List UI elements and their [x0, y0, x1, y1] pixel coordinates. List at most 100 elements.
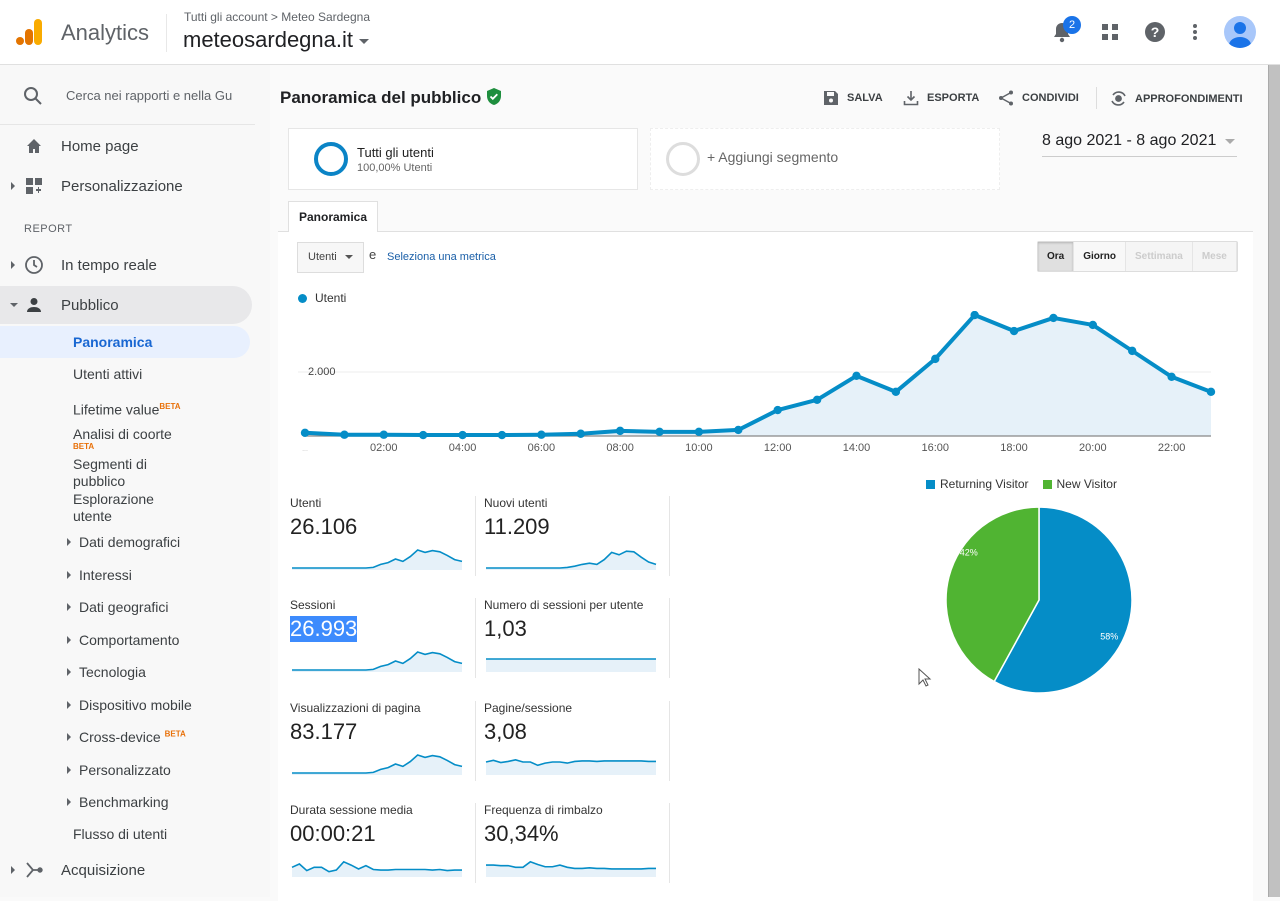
- scrollbar[interactable]: [1268, 65, 1280, 897]
- sidebar-label: Interessi: [79, 567, 132, 583]
- sidebar-item-audience-segments[interactable]: Segmenti di pubblico: [73, 456, 173, 490]
- sidebar-item-technology[interactable]: Tecnologia: [67, 664, 146, 680]
- sparkline-area: [486, 659, 656, 672]
- sidebar-item-home[interactable]: Home page: [0, 127, 252, 165]
- kpi-value: 00:00:21: [290, 821, 376, 846]
- kpi-tile[interactable]: Nuovi utenti 11.209: [484, 496, 664, 576]
- sidebar-item-demographics[interactable]: Dati demografici: [67, 534, 181, 550]
- kpi-tile[interactable]: Sessioni 26.993: [290, 598, 470, 678]
- sidebar-label: Dispositivo mobile: [79, 697, 192, 713]
- granularity-hour[interactable]: Ora: [1038, 242, 1075, 271]
- report-search[interactable]: Cerca nei rapporti e nella Gu: [0, 65, 255, 125]
- more-menu-button[interactable]: [1181, 18, 1209, 46]
- top-bar: Analytics Tutti gli account > Meteo Sard…: [0, 0, 1280, 65]
- export-button[interactable]: ESPORTA: [903, 90, 979, 106]
- kpi-tile[interactable]: Numero di sessioni per utente 1,03: [484, 598, 664, 678]
- expand-arrow-icon: [11, 182, 15, 190]
- x-tick-label: 16:00: [921, 442, 949, 454]
- page-title: Panoramica del pubblico: [280, 88, 502, 108]
- segment-all-users[interactable]: Tutti gli utenti 100,00% Utenti: [288, 128, 638, 190]
- property-name: meteosardegna.it: [183, 27, 353, 52]
- date-range-picker[interactable]: 8 ago 2021 - 8 ago 2021: [1042, 132, 1237, 157]
- help-icon: ?: [1145, 22, 1165, 42]
- sidebar-item-lifetime-value[interactable]: Lifetime valueBETA: [73, 398, 181, 419]
- kpi-tile[interactable]: Visualizzazioni di pagina 83.177: [290, 701, 470, 781]
- select-metric-link[interactable]: Seleziona una metrica: [387, 251, 496, 263]
- sidebar-item-behavior[interactable]: Comportamento: [67, 632, 179, 648]
- data-point[interactable]: [1128, 346, 1137, 356]
- share-icon: [999, 90, 1013, 106]
- section-heading: REPORT: [24, 223, 73, 235]
- help-button[interactable]: ?: [1141, 18, 1169, 46]
- kpi-divider: [669, 598, 670, 678]
- sidebar-label: Dati demografici: [79, 534, 181, 550]
- data-point[interactable]: [773, 405, 782, 415]
- sparkline-area: [292, 652, 462, 672]
- data-point[interactable]: [615, 426, 625, 436]
- sidebar-item-benchmarking[interactable]: Benchmarking: [67, 794, 169, 810]
- sidebar-item-custom[interactable]: Personalizzato: [67, 762, 171, 778]
- data-point[interactable]: [734, 425, 743, 435]
- kpi-value: 26.993: [290, 616, 358, 642]
- save-button[interactable]: SALVA: [823, 90, 883, 106]
- data-point[interactable]: [891, 387, 901, 397]
- sidebar-item-users-flow[interactable]: Flusso di utenti: [73, 826, 167, 843]
- tab-overview[interactable]: Panoramica: [288, 201, 379, 232]
- sidebar-item-overview[interactable]: Panoramica: [0, 326, 250, 358]
- kpi-tile[interactable]: Utenti 26.106: [290, 496, 470, 576]
- sidebar-item-acquisition[interactable]: Acquisizione: [0, 851, 252, 889]
- data-point[interactable]: [812, 395, 822, 405]
- data-point[interactable]: [418, 430, 428, 440]
- kpi-tile[interactable]: Pagine/sessione 3,08: [484, 701, 664, 781]
- data-point[interactable]: [1049, 313, 1058, 323]
- data-point[interactable]: [694, 427, 704, 437]
- sidebar-item-audience[interactable]: Pubblico: [0, 286, 252, 324]
- sidebar-item-cross-device[interactable]: Cross-device BETA: [67, 729, 186, 745]
- save-label: SALVA: [847, 92, 883, 104]
- sidebar-item-realtime[interactable]: In tempo reale: [0, 246, 252, 284]
- data-point[interactable]: [931, 354, 940, 364]
- kpi-sparkline: [486, 860, 656, 877]
- data-point[interactable]: [537, 430, 546, 439]
- sidebar-item-mobile[interactable]: Dispositivo mobile: [67, 697, 192, 713]
- kpi-label: Utenti: [290, 496, 322, 510]
- kpi-tile[interactable]: Frequenza di rimbalzo 30,34%: [484, 803, 664, 883]
- kpi-sparkline: [486, 550, 657, 570]
- data-point[interactable]: [576, 429, 585, 438]
- data-point[interactable]: [497, 430, 507, 440]
- avatar[interactable]: [1224, 16, 1256, 48]
- data-point[interactable]: [1167, 372, 1176, 381]
- data-point[interactable]: [300, 428, 310, 437]
- kpi-label: Durata sessione media: [290, 803, 413, 817]
- data-point[interactable]: [1009, 326, 1019, 336]
- data-point[interactable]: [970, 311, 979, 320]
- insights-button[interactable]: APPROFONDIMENTI: [1110, 90, 1243, 107]
- property-selector[interactable]: meteosardegna.it: [183, 27, 369, 53]
- data-point[interactable]: [340, 430, 349, 439]
- sidebar-item-geo[interactable]: Dati geografici: [67, 599, 169, 615]
- kpi-value: 30,34%: [484, 821, 559, 846]
- data-point[interactable]: [1206, 387, 1216, 397]
- breadcrumb[interactable]: Tutti gli account > Meteo Sardegna: [184, 10, 370, 24]
- data-point[interactable]: [1088, 320, 1098, 330]
- data-point[interactable]: [458, 430, 467, 440]
- metric-select[interactable]: Utenti: [297, 242, 364, 273]
- analytics-logo-icon[interactable]: [16, 17, 44, 47]
- granularity-day[interactable]: Giorno: [1074, 242, 1127, 271]
- sidebar-label: In tempo reale: [61, 256, 157, 274]
- x-tick-label: 14:00: [843, 442, 871, 454]
- sidebar-item-active-users[interactable]: Utenti attivi: [73, 366, 142, 383]
- share-button[interactable]: CONDIVIDI: [998, 90, 1079, 106]
- apps-button[interactable]: [1096, 18, 1124, 46]
- add-segment-button[interactable]: + Aggiungi segmento: [650, 128, 1000, 190]
- sidebar-item-customization[interactable]: Personalizzazione: [0, 167, 252, 205]
- data-point[interactable]: [852, 371, 861, 381]
- data-point[interactable]: [379, 430, 388, 439]
- sidebar-item-user-explorer[interactable]: Esplorazione utente: [73, 491, 173, 525]
- sidebar-item-interests[interactable]: Interessi: [67, 567, 132, 583]
- data-point[interactable]: [655, 427, 664, 437]
- and-label: e: [369, 247, 377, 262]
- kpi-label: Nuovi utenti: [484, 496, 548, 510]
- sidebar-item-cohort[interactable]: Analisi di coorte BETA: [73, 426, 172, 460]
- kpi-tile[interactable]: Durata sessione media 00:00:21: [290, 803, 470, 883]
